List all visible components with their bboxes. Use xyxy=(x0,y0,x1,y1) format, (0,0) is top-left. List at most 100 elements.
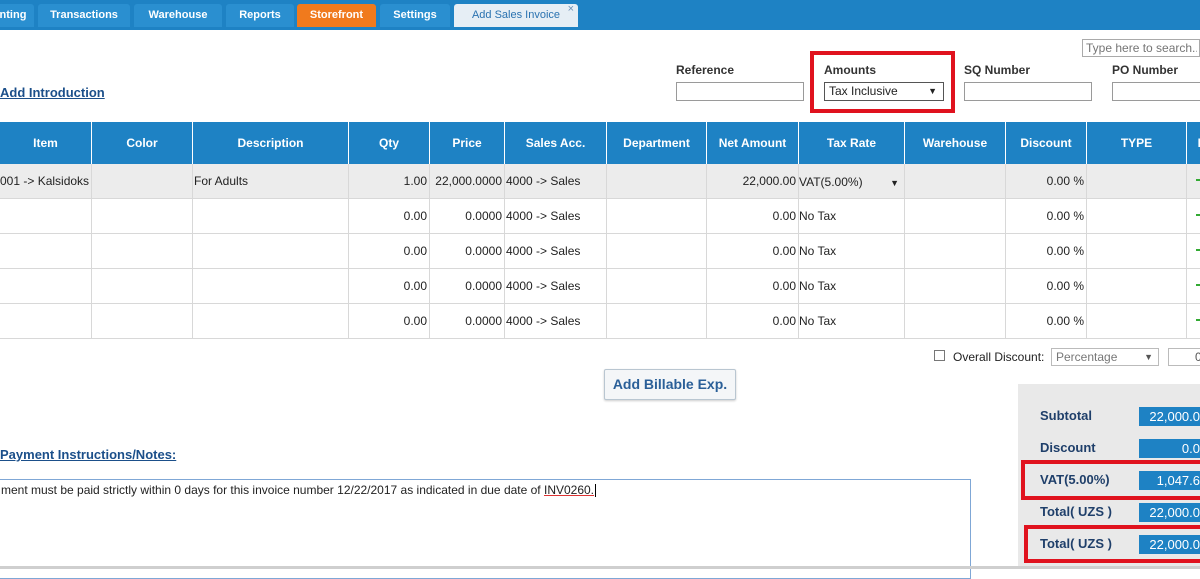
cell-color[interactable] xyxy=(92,234,193,268)
cell-net-amount[interactable]: 0.00 xyxy=(707,304,799,338)
cell-department[interactable] xyxy=(607,234,707,268)
text-cursor xyxy=(595,484,597,498)
cell-item[interactable] xyxy=(0,304,92,338)
dropdown-arrow-icon: ▼ xyxy=(1144,352,1153,362)
cell-discount[interactable]: 0.00 % xyxy=(1006,164,1087,198)
cell-color[interactable] xyxy=(92,199,193,233)
cell-sales-acc[interactable]: 4000 -> Sales xyxy=(505,269,607,303)
cell-warehouse[interactable] xyxy=(905,199,1006,233)
cell-price[interactable]: 22,000.0000 xyxy=(430,164,505,198)
cell-qty[interactable]: 0.00 xyxy=(349,269,430,303)
search-input[interactable] xyxy=(1082,39,1200,57)
cell-net-amount[interactable]: 0.00 xyxy=(707,234,799,268)
tab-label: Transactions xyxy=(50,9,118,21)
cell-price[interactable]: 0.0000 xyxy=(430,304,505,338)
cell-price[interactable]: 0.0000 xyxy=(430,234,505,268)
cell-qty[interactable]: 0.00 xyxy=(349,199,430,233)
col-net-amount: Net Amount xyxy=(707,122,799,164)
cell-item[interactable]: 001 -> Kalsidoks xyxy=(0,164,92,198)
tab-label: Add Sales Invoice xyxy=(471,9,561,21)
cell-color[interactable] xyxy=(92,269,193,303)
cell-price[interactable]: 0.0000 xyxy=(430,269,505,303)
cell-warehouse[interactable] xyxy=(905,234,1006,268)
tax-rate-select[interactable]: VAT(5.00%) ▼ xyxy=(799,174,903,191)
cell-type[interactable] xyxy=(1087,164,1187,198)
cell-sales-acc[interactable]: 4000 -> Sales xyxy=(505,304,607,338)
cell-tax-rate[interactable]: No Tax xyxy=(799,199,905,233)
cell-description[interactable] xyxy=(193,234,349,268)
cell-warehouse[interactable] xyxy=(905,269,1006,303)
subtotal-value: 22,000.0 xyxy=(1139,407,1200,426)
overall-discount-checkbox[interactable] xyxy=(934,350,945,361)
row-action-icon[interactable] xyxy=(1196,179,1200,181)
cell-sales-acc[interactable]: 4000 -> Sales xyxy=(505,164,607,198)
cell-discount[interactable]: 0.00 % xyxy=(1006,199,1087,233)
cell-price[interactable]: 0.0000 xyxy=(430,199,505,233)
cell-qty[interactable]: 0.00 xyxy=(349,234,430,268)
col-warehouse: Warehouse xyxy=(905,122,1006,164)
po-number-label: PO Number xyxy=(1112,63,1179,77)
cell-net-amount[interactable]: 0.00 xyxy=(707,199,799,233)
cell-department[interactable] xyxy=(607,304,707,338)
row-action-icon[interactable] xyxy=(1196,249,1200,251)
row-action-icon[interactable] xyxy=(1196,214,1200,216)
cell-warehouse[interactable] xyxy=(905,164,1006,198)
cell-qty[interactable]: 0.00 xyxy=(349,304,430,338)
tab-warehouse[interactable]: Warehouse xyxy=(134,4,222,27)
cell-tax-rate[interactable]: VAT(5.00%) ▼ xyxy=(799,164,905,198)
dropdown-arrow-icon: ▼ xyxy=(928,86,937,96)
overall-discount-type-select[interactable]: Percentage ▼ xyxy=(1051,348,1159,366)
tab-reports[interactable]: Reports xyxy=(226,4,294,27)
po-number-input[interactable] xyxy=(1112,82,1200,101)
cell-type[interactable] xyxy=(1087,199,1187,233)
tax-rate-value: VAT(5.00%) xyxy=(799,175,863,189)
cell-tax-rate[interactable]: No Tax xyxy=(799,269,905,303)
cell-item[interactable] xyxy=(0,269,92,303)
row-action-icon[interactable] xyxy=(1196,319,1200,321)
cell-department[interactable] xyxy=(607,164,707,198)
tab-transactions[interactable]: Transactions xyxy=(38,4,130,27)
close-icon[interactable]: × xyxy=(568,0,574,21)
total-value-2: 22,000.0 xyxy=(1139,535,1200,554)
tab-add-sales-invoice[interactable]: Add Sales Invoice × xyxy=(454,3,578,27)
cell-net-amount[interactable]: 22,000.00 xyxy=(707,164,799,198)
col-department: Department xyxy=(607,122,707,164)
tab-accounting[interactable]: nting xyxy=(0,4,34,27)
cell-tax-rate[interactable]: No Tax xyxy=(799,234,905,268)
cell-sales-acc[interactable]: 4000 -> Sales xyxy=(505,199,607,233)
total-label-2: Total( UZS ) xyxy=(1040,536,1112,551)
reference-input[interactable] xyxy=(676,82,804,101)
cell-discount[interactable]: 0.00 % xyxy=(1006,304,1087,338)
cell-description[interactable] xyxy=(193,304,349,338)
cell-color[interactable] xyxy=(92,164,193,198)
payment-instructions-link[interactable]: Payment Instructions/Notes: xyxy=(0,447,176,462)
amounts-select[interactable]: Tax Inclusive ▼ xyxy=(824,82,944,101)
cell-discount[interactable]: 0.00 % xyxy=(1006,234,1087,268)
cell-department[interactable] xyxy=(607,269,707,303)
cell-net-amount[interactable]: 0.00 xyxy=(707,269,799,303)
payment-notes-textarea[interactable]: ment must be paid strictly within 0 days… xyxy=(0,479,971,579)
tab-settings[interactable]: Settings xyxy=(380,4,450,27)
cell-item[interactable] xyxy=(0,234,92,268)
cell-warehouse[interactable] xyxy=(905,304,1006,338)
cell-item[interactable] xyxy=(0,199,92,233)
cell-discount[interactable]: 0.00 % xyxy=(1006,269,1087,303)
add-billable-exp-button[interactable]: Add Billable Exp. xyxy=(604,369,736,400)
cell-color[interactable] xyxy=(92,304,193,338)
row-action-icon[interactable] xyxy=(1196,284,1200,286)
cell-department[interactable] xyxy=(607,199,707,233)
tab-storefront[interactable]: Storefront xyxy=(297,4,376,27)
cell-type[interactable] xyxy=(1087,269,1187,303)
overall-discount-input[interactable]: 0 xyxy=(1168,348,1200,366)
cell-type[interactable] xyxy=(1087,304,1187,338)
cell-tax-rate[interactable]: No Tax xyxy=(799,304,905,338)
cell-sales-acc[interactable]: 4000 -> Sales xyxy=(505,234,607,268)
sq-number-input[interactable] xyxy=(964,82,1092,101)
cell-type[interactable] xyxy=(1087,234,1187,268)
cell-description[interactable] xyxy=(193,199,349,233)
cell-description[interactable]: For Adults xyxy=(193,164,349,198)
cell-qty[interactable]: 1.00 xyxy=(349,164,430,198)
cell-description[interactable] xyxy=(193,269,349,303)
notes-text: ment must be paid strictly within 0 days… xyxy=(1,483,544,497)
add-introduction-link[interactable]: Add Introduction xyxy=(0,85,105,100)
